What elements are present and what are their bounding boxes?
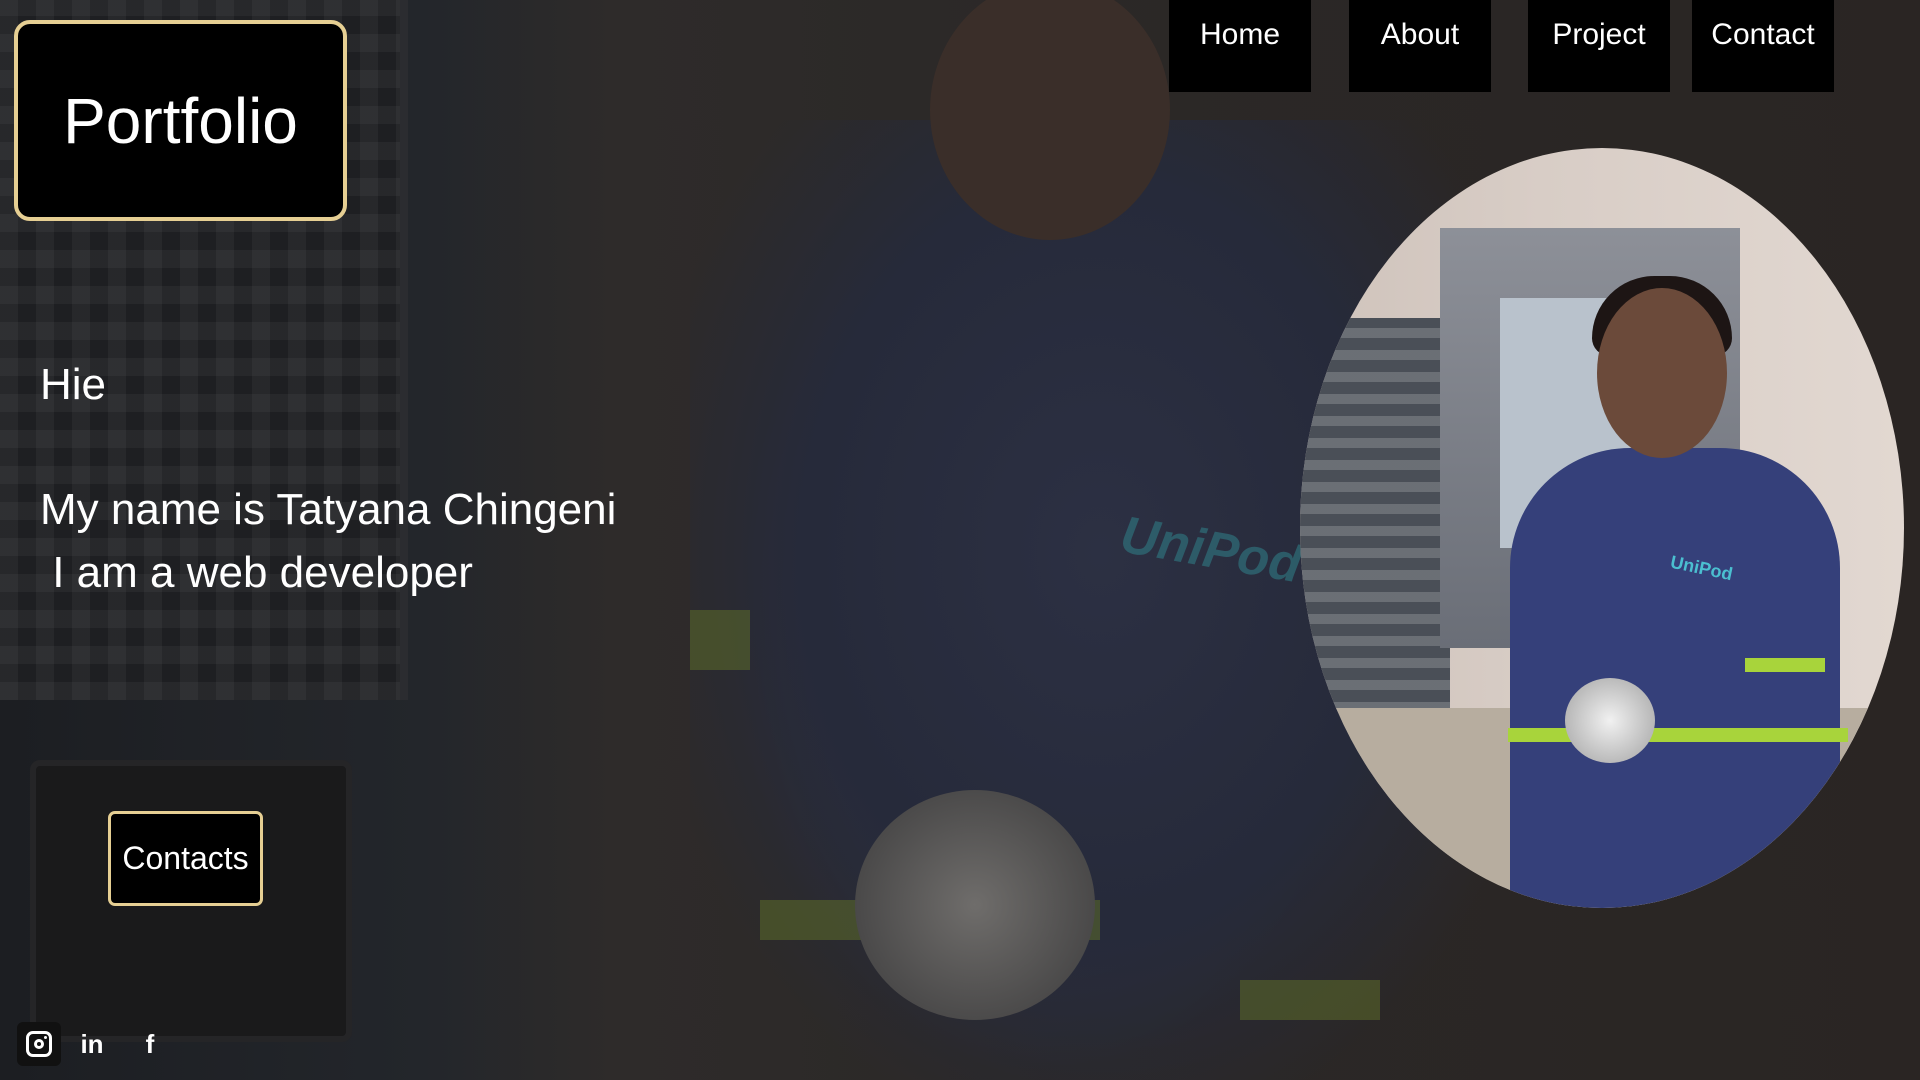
portrait-reflective-stripe: [1508, 728, 1848, 742]
background-reflective-stripe: [690, 610, 750, 670]
logo-box[interactable]: Portfolio: [14, 20, 347, 221]
nav-home[interactable]: Home: [1169, 0, 1311, 92]
instagram-icon[interactable]: [17, 1022, 61, 1066]
facebook-icon[interactable]: f: [128, 1022, 172, 1066]
intro-role-text: I am a web developer: [40, 548, 473, 597]
logo-text: Portfolio: [63, 84, 298, 157]
portrait-metal-disc: [1565, 678, 1655, 763]
intro-name-text: My name is Tatyana Chingeni: [40, 485, 617, 534]
contacts-button[interactable]: Contacts: [108, 811, 263, 906]
profile-portrait: UniPod: [1300, 148, 1904, 908]
greeting-text: Hie: [40, 360, 107, 409]
nav-contact[interactable]: Contact: [1692, 0, 1834, 92]
portrait-reflective-stripe: [1745, 658, 1825, 672]
linkedin-icon[interactable]: in: [70, 1022, 114, 1066]
nav-project[interactable]: Project: [1528, 0, 1670, 92]
background-metal-disc: [855, 790, 1095, 1020]
portrait-person-body: [1510, 448, 1840, 908]
background-reflective-stripe: [1240, 980, 1380, 1020]
portrait-person-face: [1597, 288, 1727, 458]
nav-about[interactable]: About: [1349, 0, 1491, 92]
